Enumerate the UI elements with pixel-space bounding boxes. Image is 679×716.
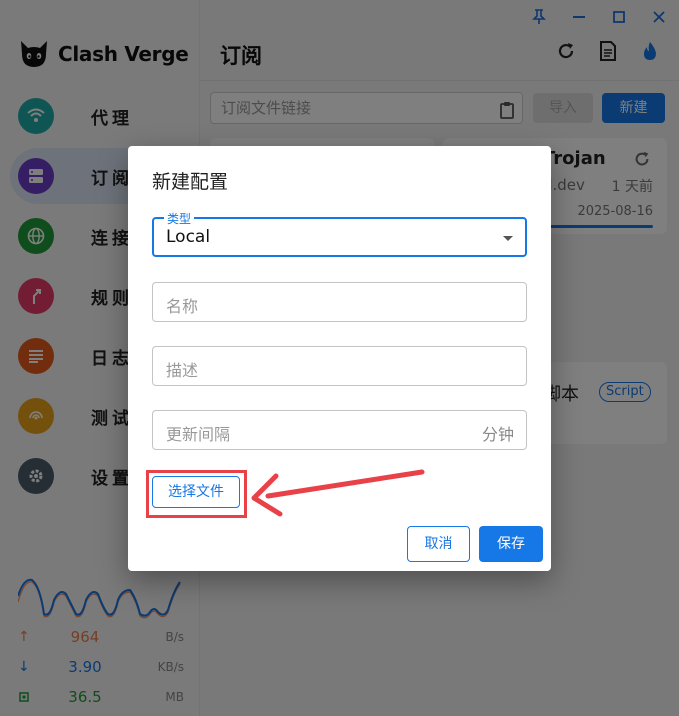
description-placeholder: 描述	[166, 361, 199, 380]
chevron-down-icon	[503, 236, 513, 241]
save-button[interactable]: 保存	[479, 526, 543, 562]
type-label: 类型	[164, 210, 195, 227]
cancel-button[interactable]: 取消	[407, 526, 470, 562]
interval-unit: 分钟	[481, 425, 514, 444]
update-interval-field[interactable]: 更新间隔 分钟	[152, 410, 527, 450]
interval-placeholder: 更新间隔	[166, 425, 231, 444]
annotation-arrow-icon	[251, 469, 425, 517]
name-placeholder: 名称	[166, 297, 199, 316]
name-field[interactable]: 名称	[152, 282, 527, 322]
dialog-title: 新建配置	[152, 171, 229, 193]
type-select[interactable]: 类型 Local	[152, 210, 527, 257]
annotation-highlight-box	[146, 470, 247, 518]
description-field[interactable]: 描述	[152, 346, 527, 386]
type-value: Local	[166, 227, 211, 247]
